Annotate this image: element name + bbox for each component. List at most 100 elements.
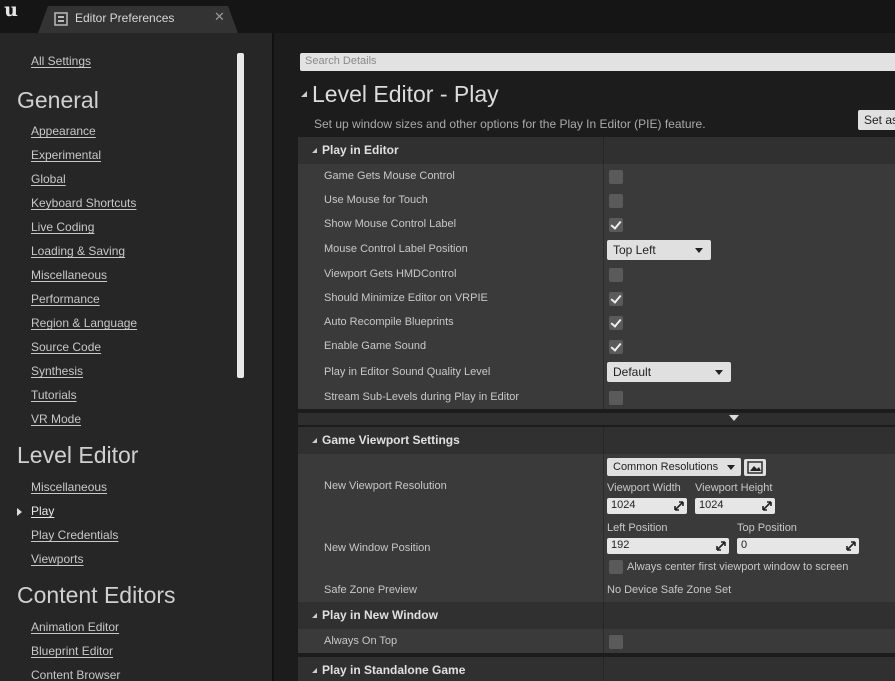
sidebar-item-all-settings[interactable]: All Settings [31,54,91,68]
sidebar-item-performance[interactable]: Performance [31,292,100,306]
column-divider [603,164,604,188]
sidebar-item-keyboard-shortcuts[interactable]: Keyboard Shortcuts [31,196,136,210]
sidebar-item-experimental[interactable]: Experimental [31,148,101,162]
preferences-icon [54,12,68,26]
stream-sublevels-checkbox[interactable] [609,391,623,405]
search-input[interactable]: Search Details [300,53,895,71]
sidebar-item-content-browser[interactable]: Content Browser [31,668,120,681]
property-label: Should Minimize Editor on VRPIE [324,292,488,304]
property-row: New Viewport Resolution Common Resolutio… [298,454,895,520]
sidebar-item-level-miscellaneous[interactable]: Miscellaneous [31,480,107,494]
set-as-default-button[interactable]: Set as Default [858,110,895,130]
sidebar-scrollbar[interactable] [237,53,244,378]
property-label: Enable Game Sound [324,340,427,352]
sidebar-heading-general: General [17,87,99,113]
sidebar-item-play[interactable]: Play [31,504,54,518]
use-mouse-for-touch-checkbox[interactable] [609,194,623,208]
center-window-checkbox[interactable] [609,560,623,574]
page-title: Level Editor - Play [312,81,499,107]
advanced-expander[interactable] [298,413,895,425]
game-gets-mouse-control-checkbox[interactable] [609,170,623,184]
sidebar-item-synthesis[interactable]: Synthesis [31,364,83,378]
property-row: Use Mouse for Touch [298,188,895,212]
sidebar-item-vr-mode[interactable]: VR Mode [31,412,81,426]
left-position-field[interactable]: 192 [607,538,729,554]
property-label: Game Gets Mouse Control [324,170,455,182]
chevron-down-icon [695,248,703,253]
property-label: New Viewport Resolution [324,480,447,492]
property-label: Stream Sub-Levels during Play in Editor [324,391,520,403]
details-panel: Search Details Level Editor - Play Set u… [274,33,895,681]
sidebar-item-source-code[interactable]: Source Code [31,340,101,354]
viewport-gets-hmdcontrol-checkbox[interactable] [609,268,623,282]
chevron-down-icon [715,370,723,375]
column-divider [603,580,604,602]
field-value: 0 [741,539,748,551]
dropdown-label: Common Resolutions [613,461,719,473]
viewport-height-label: Viewport Height [695,482,773,494]
sidebar-item-viewports[interactable]: Viewports [31,552,83,566]
column-divider [603,137,604,164]
auto-recompile-blueprints-checkbox[interactable] [609,316,623,330]
property-row: Mouse Control Label Position Top Left [298,236,895,262]
center-window-label: Always center first viewport window to s… [627,561,849,573]
close-icon[interactable]: ✕ [214,10,225,25]
minimize-editor-vrpie-checkbox[interactable] [609,292,623,306]
expand-triangle-icon [312,668,317,673]
category-label: Play in New Window [322,608,438,622]
category-play-in-new-window[interactable]: Play in New Window [298,602,895,629]
property-row: Show Mouse Control Label [298,212,895,236]
sidebar-item-region-language[interactable]: Region & Language [31,316,137,330]
column-divider [603,212,604,236]
mouse-label-position-dropdown[interactable]: Top Left [607,240,711,260]
category-game-viewport-settings[interactable]: Game Viewport Settings [298,427,895,454]
sidebar-item-appearance[interactable]: Appearance [31,124,96,138]
column-divider [603,602,604,629]
sound-quality-dropdown[interactable]: Default [607,362,731,382]
property-label: Always On Top [324,635,398,647]
property-row: Stream Sub-Levels during Play in Editor [298,385,895,409]
sidebar-item-loading-saving[interactable]: Loading & Saving [31,244,125,258]
always-on-top-checkbox[interactable] [609,635,623,649]
column-divider [603,310,604,334]
property-row: Should Minimize Editor on VRPIE [298,286,895,310]
dropdown-value: Top Left [613,243,656,257]
safe-zone-value: No Device Safe Zone Set [607,584,732,596]
common-resolutions-dropdown[interactable]: Common Resolutions [607,458,741,476]
category-play-in-editor[interactable]: Play in Editor [298,137,895,164]
viewport-width-field[interactable]: 1024 [607,498,687,514]
expand-triangle-icon [312,148,317,153]
property-row: Auto Recompile Blueprints [298,310,895,334]
resize-arrows-icon [716,541,726,551]
column-divider [603,629,604,653]
sidebar-item-animation-editor[interactable]: Animation Editor [31,620,119,634]
tab-editor-preferences[interactable]: Editor Preferences ✕ [38,6,238,33]
unreal-logo-icon[interactable]: u [0,0,22,22]
sidebar-item-global[interactable]: Global [31,172,66,186]
sidebar-item-tutorials[interactable]: Tutorials [31,388,77,402]
category-label: Game Viewport Settings [322,433,460,447]
page-description: Set up window sizes and other options fo… [314,117,706,131]
show-mouse-control-label-checkbox[interactable] [609,218,623,232]
property-label: Viewport Gets HMDControl [324,268,457,280]
collapse-section-icon[interactable] [301,91,307,97]
property-label: Safe Zone Preview [324,584,417,596]
chevron-down-icon [727,465,735,470]
property-label: Auto Recompile Blueprints [324,316,454,328]
sidebar-item-play-credentials[interactable]: Play Credentials [31,528,118,542]
sidebar-item-live-coding[interactable]: Live Coding [31,220,94,234]
sidebar-item-blueprint-editor[interactable]: Blueprint Editor [31,644,113,658]
property-row: Game Gets Mouse Control [298,164,895,188]
viewport-height-field[interactable]: 1024 [695,498,775,514]
category-label: Play in Editor [322,143,399,157]
column-divider [603,188,604,212]
category-play-in-standalone-game[interactable]: Play in Standalone Game [298,657,895,681]
top-position-field[interactable]: 0 [737,538,859,554]
image-button[interactable] [744,459,766,476]
enable-game-sound-checkbox[interactable] [609,340,623,354]
title-bar: u Editor Preferences ✕ [0,0,895,33]
column-divider [603,454,604,520]
sidebar-item-miscellaneous[interactable]: Miscellaneous [31,268,107,282]
resize-arrows-icon [762,501,772,511]
sidebar-heading-content-editors: Content Editors [17,582,176,608]
